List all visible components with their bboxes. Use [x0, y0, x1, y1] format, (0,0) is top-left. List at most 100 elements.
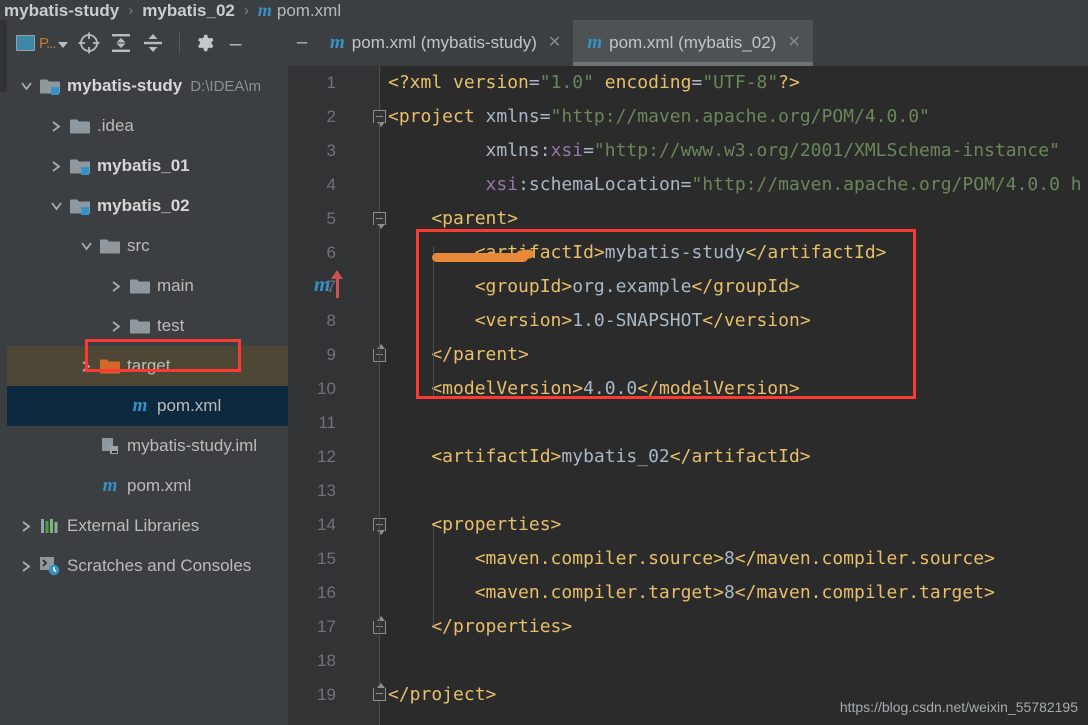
tab-pom-mybatis-02[interactable]: m pom.xml (mybatis_02) ✕ — [573, 20, 814, 66]
folder-icon — [127, 277, 153, 295]
chevron-right-icon[interactable] — [45, 160, 67, 173]
code-line[interactable]: 17 </properties> — [288, 610, 1088, 644]
maven-parent-navigate-icon[interactable]: m — [314, 270, 344, 298]
breadcrumb-item-module[interactable]: mybatis_02 — [142, 1, 235, 20]
project-tree[interactable]: mybatis-study D:\IDEA\m .idea mybatis_01 myb… — [7, 66, 288, 725]
close-icon[interactable]: ✕ — [787, 35, 800, 51]
breadcrumb: mybatis-study › mybatis_02 › m pom.xml — [0, 0, 1088, 20]
settings-gear-icon[interactable] — [189, 28, 219, 58]
scratches-icon — [37, 556, 63, 576]
chevron-down-icon[interactable] — [15, 81, 37, 92]
code-line[interactable]: 14 <properties> — [288, 508, 1088, 542]
line-content: <parent> — [388, 208, 519, 229]
chevron-down-icon[interactable] — [45, 201, 67, 212]
chevron-right-icon[interactable] — [45, 120, 67, 133]
hide-tab-icon[interactable]: – — [288, 20, 316, 66]
fold-marker-project[interactable] — [373, 110, 386, 127]
tab-pom-mybatis-study[interactable]: m pom.xml (mybatis-study) ✕ — [316, 20, 573, 66]
tree-item-main[interactable]: main — [7, 266, 288, 306]
tree-item-label: Scratches and Consoles — [67, 556, 252, 575]
code-line[interactable]: 6 <artifactId>mybatis-study</artifactId> — [288, 236, 1088, 270]
tree-item-mybatis-01[interactable]: mybatis_01 — [7, 146, 288, 186]
tree-item-mybatis-02[interactable]: mybatis_02 — [7, 186, 288, 226]
code-editor[interactable]: 1 <?xml version="1.0" encoding="UTF-8"?> 2… — [288, 66, 1088, 725]
editor-tab-bar: – m pom.xml (mybatis-study) ✕ m pom.xml … — [288, 20, 1088, 66]
line-content: xsi:schemaLocation="http://maven.apache.… — [485, 174, 1082, 195]
code-line[interactable]: 3 xmlns:xsi="http://www.w3.org/2001/XMLS… — [288, 134, 1088, 168]
tree-item-pom-xml[interactable]: m pom.xml — [7, 386, 288, 426]
line-content: <properties> — [388, 514, 562, 535]
locate-target-icon[interactable] — [74, 28, 104, 58]
tree-item-label: main — [157, 276, 194, 295]
minimize-icon[interactable]: – — [221, 28, 251, 58]
minimize-glyph: – — [229, 31, 242, 55]
maven-glyph: m — [314, 271, 331, 296]
line-content: <project xmlns="http://maven.apache.org/… — [388, 106, 930, 127]
chevron-right-icon[interactable] — [105, 320, 127, 333]
chevron-right-icon[interactable] — [15, 560, 37, 573]
iml-file-icon — [97, 436, 123, 456]
expand-all-icon[interactable] — [106, 28, 136, 58]
line-number: 18 — [317, 651, 336, 670]
breadcrumb-item-file[interactable]: pom.xml — [277, 1, 341, 20]
line-number: 16 — [317, 583, 336, 602]
line-content: <modelVersion>4.0.0</modelVersion> — [388, 378, 800, 399]
tree-item-scratches-and-consoles[interactable]: Scratches and Consoles — [7, 546, 288, 586]
line-number: 2 — [326, 107, 336, 126]
code-line[interactable]: 9 </parent> — [288, 338, 1088, 372]
maven-file-icon: m — [330, 32, 345, 53]
code-line[interactable]: 5 <parent> — [288, 202, 1088, 236]
fold-marker-parent[interactable] — [373, 212, 386, 229]
line-number: 4 — [326, 175, 336, 194]
editor-area: – m pom.xml (mybatis-study) ✕ m pom.xml … — [288, 20, 1088, 725]
close-icon[interactable]: ✕ — [548, 35, 561, 51]
line-content: <artifactId>mybatis_02</artifactId> — [388, 446, 811, 467]
code-line[interactable]: 15 <maven.compiler.source>8</maven.compi… — [288, 542, 1088, 576]
breadcrumb-separator-icon: › — [243, 2, 249, 19]
code-line[interactable]: 11 — [288, 406, 1088, 440]
code-line[interactable]: 2 <project xmlns="http://maven.apache.org… — [288, 100, 1088, 134]
module-folder-icon — [67, 197, 93, 215]
line-number: 9 — [326, 345, 336, 364]
code-line[interactable]: 4 xsi:schemaLocation="http://maven.apach… — [288, 168, 1088, 202]
left-tool-strip-lower — [0, 92, 7, 725]
maven-file-icon: m — [132, 395, 148, 416]
collapse-all-icon[interactable] — [138, 28, 168, 58]
tree-item-mybatis-study[interactable]: mybatis-study D:\IDEA\m — [7, 66, 288, 106]
project-view-selector[interactable]: P... — [16, 35, 68, 52]
chevron-right-icon[interactable] — [105, 280, 127, 293]
fold-marker-project-end[interactable] — [373, 683, 386, 701]
code-line[interactable]: 12 <artifactId>mybatis_02</artifactId> — [288, 440, 1088, 474]
tree-item-test[interactable]: test — [7, 306, 288, 346]
code-line[interactable]: 13 — [288, 474, 1088, 508]
tree-item-src[interactable]: src — [7, 226, 288, 266]
tree-item-label: test — [157, 316, 185, 335]
line-number: 8 — [326, 311, 336, 330]
breadcrumb-item-project[interactable]: mybatis-study — [4, 1, 119, 20]
line-content: </properties> — [388, 616, 573, 637]
line-content: <groupId>org.example</groupId> — [388, 276, 800, 297]
code-line[interactable]: 7 <groupId>org.example</groupId> — [288, 270, 1088, 304]
chevron-down-icon[interactable] — [75, 241, 97, 252]
chevron-right-icon[interactable] — [75, 360, 97, 373]
tree-item-mybatis-study-iml[interactable]: mybatis-study.iml — [7, 426, 288, 466]
code-line[interactable]: 16 <maven.compiler.target>8</maven.compi… — [288, 576, 1088, 610]
code-line[interactable]: 1 <?xml version="1.0" encoding="UTF-8"?> — [288, 66, 1088, 100]
tree-item-target[interactable]: target — [7, 346, 288, 386]
chevron-right-icon[interactable] — [15, 520, 37, 533]
indent-guide — [433, 526, 434, 626]
line-number: 13 — [317, 481, 336, 500]
tree-item-pom-xml[interactable]: m pom.xml — [7, 466, 288, 506]
tree-item-label: src — [127, 236, 150, 255]
tree-item-external-libraries[interactable]: External Libraries — [7, 506, 288, 546]
line-number: 5 — [326, 209, 336, 228]
code-line[interactable]: 10 <modelVersion>4.0.0</modelVersion> — [288, 372, 1088, 406]
ide-window: mybatis-study › mybatis_02 › m pom.xml P… — [0, 0, 1088, 725]
code-line[interactable]: 8 <version>1.0-SNAPSHOT</version> — [288, 304, 1088, 338]
tree-item-idea[interactable]: .idea — [7, 106, 288, 146]
tree-item-label: pom.xml — [127, 476, 192, 495]
fold-line — [379, 123, 380, 207]
tree-item-label: mybatis-study — [67, 76, 183, 95]
tree-item-label: .idea — [97, 116, 134, 135]
code-line[interactable]: 18 — [288, 644, 1088, 678]
